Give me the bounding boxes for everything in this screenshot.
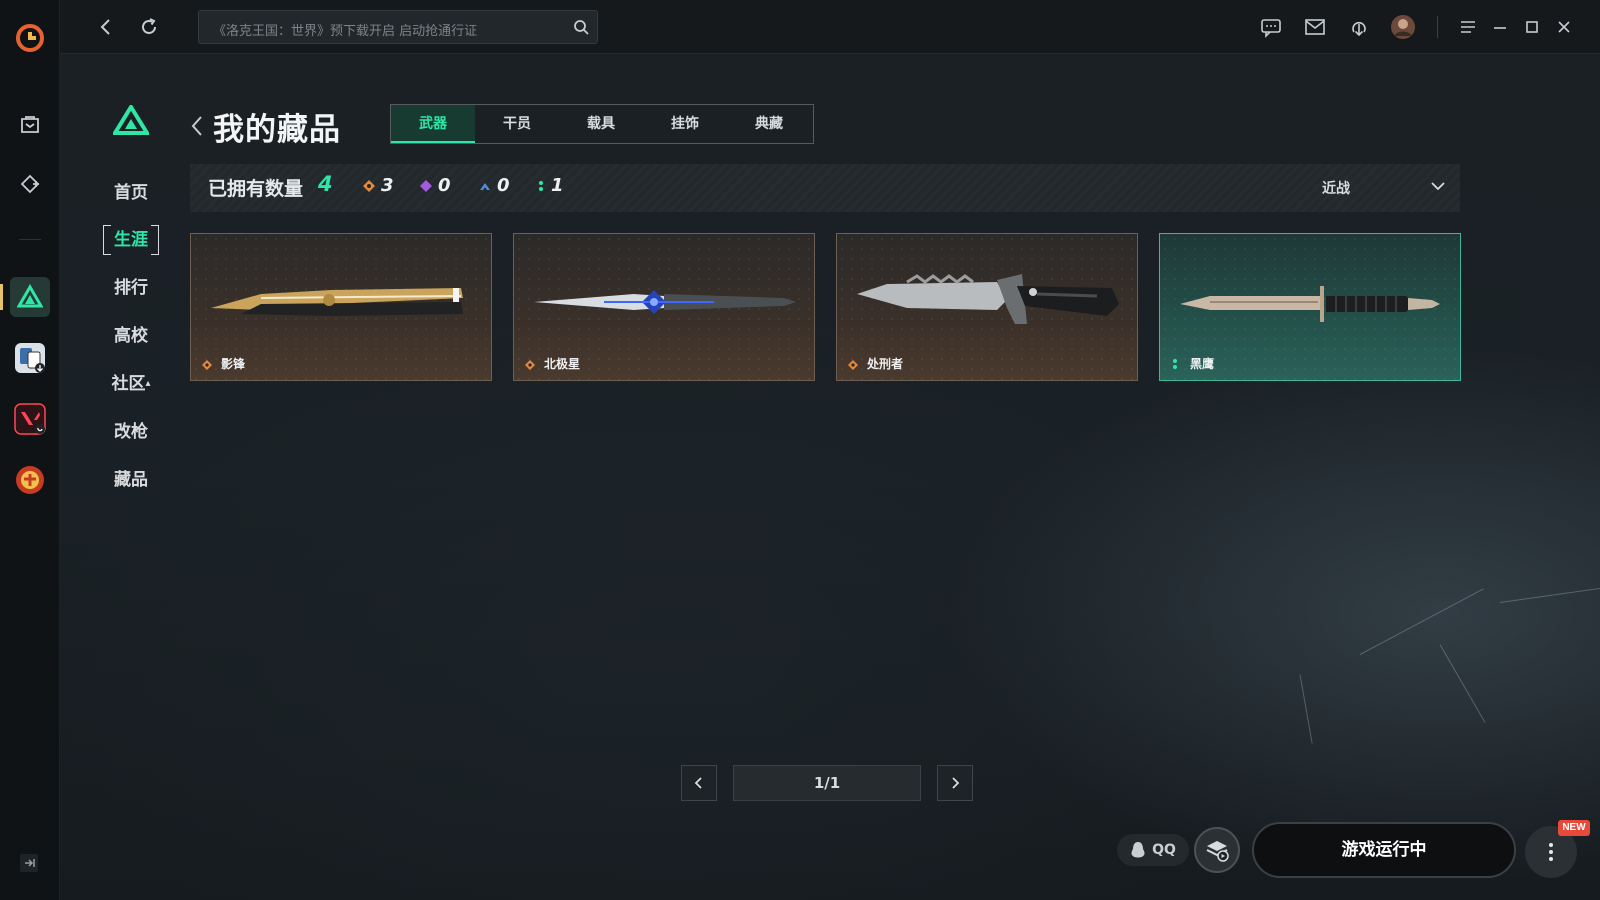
chevron-down-icon[interactable]: [1430, 178, 1446, 198]
store-bag-icon[interactable]: [10, 104, 50, 144]
rarity-count-purple: 0: [419, 175, 451, 196]
owned-count-label: 已拥有数量: [208, 178, 304, 200]
new-badge: NEW: [1558, 820, 1590, 836]
delta-force-logo-icon: [111, 103, 151, 139]
rarity-count-orange-value: 3: [381, 175, 394, 196]
chevron-up-icon: ▴: [145, 378, 151, 389]
search-box[interactable]: 《洛克王国：世界》预下载开启 启动抢通行证: [198, 10, 598, 44]
delta-force-app-icon[interactable]: [10, 277, 50, 317]
top-bar: 《洛克王国：世界》预下载开启 启动抢通行证: [60, 0, 1600, 54]
rarity-count-blue: 0: [478, 175, 510, 196]
rail-divider: [19, 239, 41, 240]
nav-home[interactable]: 首页: [103, 178, 159, 208]
nav-college[interactable]: 高校: [103, 321, 159, 351]
weapon-name: 黑鹰: [1190, 357, 1215, 371]
game-tag-icon[interactable]: [10, 164, 50, 204]
prev-page-button[interactable]: [681, 765, 717, 801]
app-rail: [0, 0, 60, 900]
game-running-button[interactable]: 游戏运行中: [1252, 822, 1516, 878]
qq-label: QQ: [1152, 842, 1176, 858]
rarity-count-green-value: 1: [551, 175, 564, 196]
chat-icon[interactable]: [1255, 11, 1287, 43]
refresh-icon[interactable]: [133, 11, 165, 43]
orange-diamond-icon: [524, 356, 536, 375]
back-arrow-icon[interactable]: [90, 11, 122, 43]
rail-active-indicator: [0, 284, 3, 310]
crossfire-app-icon[interactable]: [10, 460, 50, 500]
weapon-card[interactable]: 北极星: [513, 233, 815, 381]
more-vertical-icon: [1549, 843, 1553, 861]
weapon-name: 北极星: [544, 357, 581, 371]
blue-chevron-icon: [480, 182, 490, 190]
chevron-left-icon: [694, 777, 702, 789]
app-logo-icon[interactable]: [10, 18, 50, 58]
nav-community-label: 社区: [111, 374, 146, 394]
nav-community[interactable]: 社区▴: [103, 369, 159, 399]
mail-icon[interactable]: [1299, 11, 1331, 43]
download-icon[interactable]: [1343, 11, 1375, 43]
search-icon[interactable]: [573, 19, 589, 39]
weapon-card[interactable]: 处刑者: [836, 233, 1138, 381]
qq-penguin-icon: [1131, 842, 1145, 858]
owned-stats-bar: 已拥有数量 4 3 0 0 1 近战: [190, 164, 1460, 212]
nav-collection[interactable]: 藏品: [103, 465, 159, 495]
weapon-card[interactable]: 黑鹰: [1159, 233, 1461, 381]
avatar[interactable]: [1387, 11, 1419, 43]
tab-charms[interactable]: 挂饰: [643, 105, 727, 143]
orange-diamond-icon: [363, 179, 375, 192]
green-dots-icon: [539, 180, 543, 191]
chevron-right-icon: [952, 777, 960, 789]
rarity-count-green: 1: [536, 175, 564, 196]
minimize-icon[interactable]: [1484, 11, 1516, 43]
orange-diamond-icon: [847, 356, 859, 375]
next-page-button[interactable]: [937, 765, 973, 801]
orange-diamond-icon: [201, 356, 213, 375]
nav-gunsmith[interactable]: 改枪: [103, 417, 159, 447]
page-indicator: 1/1: [733, 765, 921, 801]
green-dots-icon: [1170, 356, 1180, 375]
tab-vehicles[interactable]: 载具: [559, 105, 643, 143]
back-chevron-icon[interactable]: [190, 115, 204, 141]
topbar-divider: [1437, 16, 1438, 38]
close-icon[interactable]: [1548, 11, 1580, 43]
collapse-sidebar-icon[interactable]: [18, 852, 40, 878]
weapon-card[interactable]: 影锋: [190, 233, 492, 381]
weapon-name: 影锋: [221, 357, 246, 371]
owned-count-total: 4: [318, 172, 333, 196]
layers-icon: [1206, 841, 1229, 862]
page-title: 我的藏品: [213, 112, 341, 148]
search-placeholder[interactable]: 《洛克王国：世界》预下载开启 启动抢通行证: [213, 20, 477, 39]
weapon-name: 处刑者: [867, 357, 904, 371]
black-hawk-knife-image: [1180, 286, 1440, 322]
purple-diamond-icon: [420, 179, 432, 192]
tab-collectibles[interactable]: 典藏: [727, 105, 811, 143]
qq-button[interactable]: QQ: [1117, 834, 1189, 866]
rarity-count-purple-value: 0: [438, 175, 451, 196]
category-tabs: 武器 干员 载具 挂饰 典藏: [390, 104, 814, 144]
valorant-app-icon[interactable]: [10, 399, 50, 439]
executioner-knife-image: [857, 274, 1119, 324]
game-assistant-button[interactable]: [1194, 827, 1240, 873]
butterfly-knife-image: [211, 288, 463, 316]
tab-weapons[interactable]: 武器: [391, 105, 475, 143]
polaris-knife-image: [534, 290, 796, 314]
melee-filter-label[interactable]: 近战: [1322, 178, 1350, 198]
nav-rank[interactable]: 排行: [103, 273, 159, 303]
tab-operators[interactable]: 干员: [475, 105, 559, 143]
rarity-count-blue-value: 0: [497, 175, 510, 196]
nav-career[interactable]: 生涯: [103, 225, 159, 255]
menu-icon[interactable]: [1452, 11, 1484, 43]
card-game-app-icon[interactable]: [10, 338, 50, 378]
maximize-icon[interactable]: [1516, 11, 1548, 43]
rarity-count-orange: 3: [362, 175, 394, 196]
